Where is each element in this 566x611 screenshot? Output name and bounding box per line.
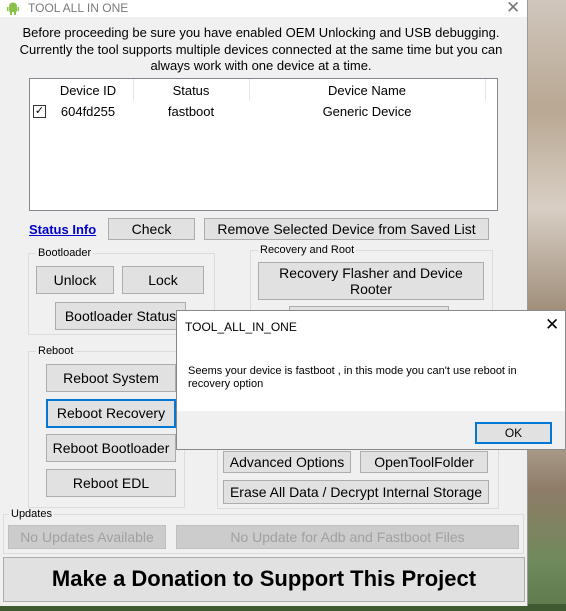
window-title: TOOL ALL IN ONE xyxy=(28,1,129,15)
dialog-title-bar: TOOL_ALL_IN_ONE ✕ xyxy=(177,311,565,341)
open-tool-folder-button[interactable]: OpenToolFolder xyxy=(360,451,488,473)
dialog-message-line: recovery option xyxy=(188,378,264,390)
reboot-bootloader-button[interactable]: Reboot Bootloader xyxy=(46,434,176,462)
intro-line: always work with one device at a time. xyxy=(150,58,372,73)
reboot-group-label: Reboot xyxy=(36,345,76,357)
reboot-system-button[interactable]: Reboot System xyxy=(46,364,176,392)
column-status[interactable]: Status xyxy=(134,83,248,98)
intro-line: Currently the tool supports multiple dev… xyxy=(19,41,503,57)
check-button[interactable]: Check xyxy=(108,218,195,240)
recovery-root-group-label: Recovery and Root xyxy=(258,244,357,256)
device-list-header: Device ID Status Device Name xyxy=(30,79,497,101)
device-list[interactable]: Device ID Status Device Name ✓ 604fd255 … xyxy=(29,78,498,211)
lock-button[interactable]: Lock xyxy=(122,266,204,294)
erase-data-button[interactable]: Erase All Data / Decrypt Internal Storag… xyxy=(223,480,489,504)
remove-device-button[interactable]: Remove Selected Device from Saved List xyxy=(204,218,489,240)
dialog-message: Seems your device is fastboot , in this … xyxy=(188,365,548,391)
updates-group-label: Updates xyxy=(9,508,54,520)
reboot-recovery-button[interactable]: Reboot Recovery xyxy=(46,399,176,428)
device-id: 604fd255 xyxy=(60,104,116,119)
reboot-edl-button[interactable]: Reboot EDL xyxy=(46,469,176,497)
dialog-title: TOOL_ALL_IN_ONE xyxy=(185,320,297,334)
device-checkbox[interactable]: ✓ xyxy=(33,105,46,118)
adb-update-button[interactable]: No Update for Adb and Fastboot Files xyxy=(176,525,519,549)
column-device-name[interactable]: Device Name xyxy=(250,83,484,98)
dialog-close-icon[interactable]: ✕ xyxy=(545,315,559,335)
status-info-link[interactable]: Status Info xyxy=(29,222,96,237)
title-bar: TOOL ALL IN ONE ✕ xyxy=(0,0,527,17)
column-separator xyxy=(485,79,486,101)
intro-line: Before proceeding be sure you have enabl… xyxy=(22,25,500,40)
no-updates-button[interactable]: No Updates Available xyxy=(8,525,166,549)
bootloader-status-button[interactable]: Bootloader Status xyxy=(55,302,186,330)
dialog-body: Seems your device is fastboot , in this … xyxy=(177,341,565,411)
unlock-button[interactable]: Unlock xyxy=(36,266,114,294)
device-name: Generic Device xyxy=(322,104,412,119)
main-window: TOOL ALL IN ONE ✕ Before proceeding be s… xyxy=(0,0,528,606)
android-icon xyxy=(7,2,19,15)
device-row[interactable]: ✓ 604fd255 fastboot Generic Device xyxy=(30,101,497,121)
intro-text: Before proceeding be sure you have enabl… xyxy=(0,25,522,75)
window-close-icon[interactable]: ✕ xyxy=(506,0,520,18)
bootloader-group-label: Bootloader xyxy=(36,247,94,259)
advanced-options-button[interactable]: Advanced Options xyxy=(223,451,351,473)
recovery-flasher-button[interactable]: Recovery Flasher and Device Rooter xyxy=(258,262,484,300)
donate-button[interactable]: Make a Donation to Support This Project xyxy=(3,557,525,602)
dialog-ok-button[interactable]: OK xyxy=(475,422,552,444)
device-status: fastboot xyxy=(167,104,215,119)
message-dialog: TOOL_ALL_IN_ONE ✕ Seems your device is f… xyxy=(176,310,566,450)
recovery-flasher-label: Rooter xyxy=(349,281,393,297)
recovery-flasher-label: Recovery Flasher and Device xyxy=(279,265,463,281)
desktop-background xyxy=(526,0,566,611)
column-device-id[interactable]: Device ID xyxy=(48,83,128,98)
dialog-message-line: Seems your device is fastboot , in this … xyxy=(188,365,517,377)
